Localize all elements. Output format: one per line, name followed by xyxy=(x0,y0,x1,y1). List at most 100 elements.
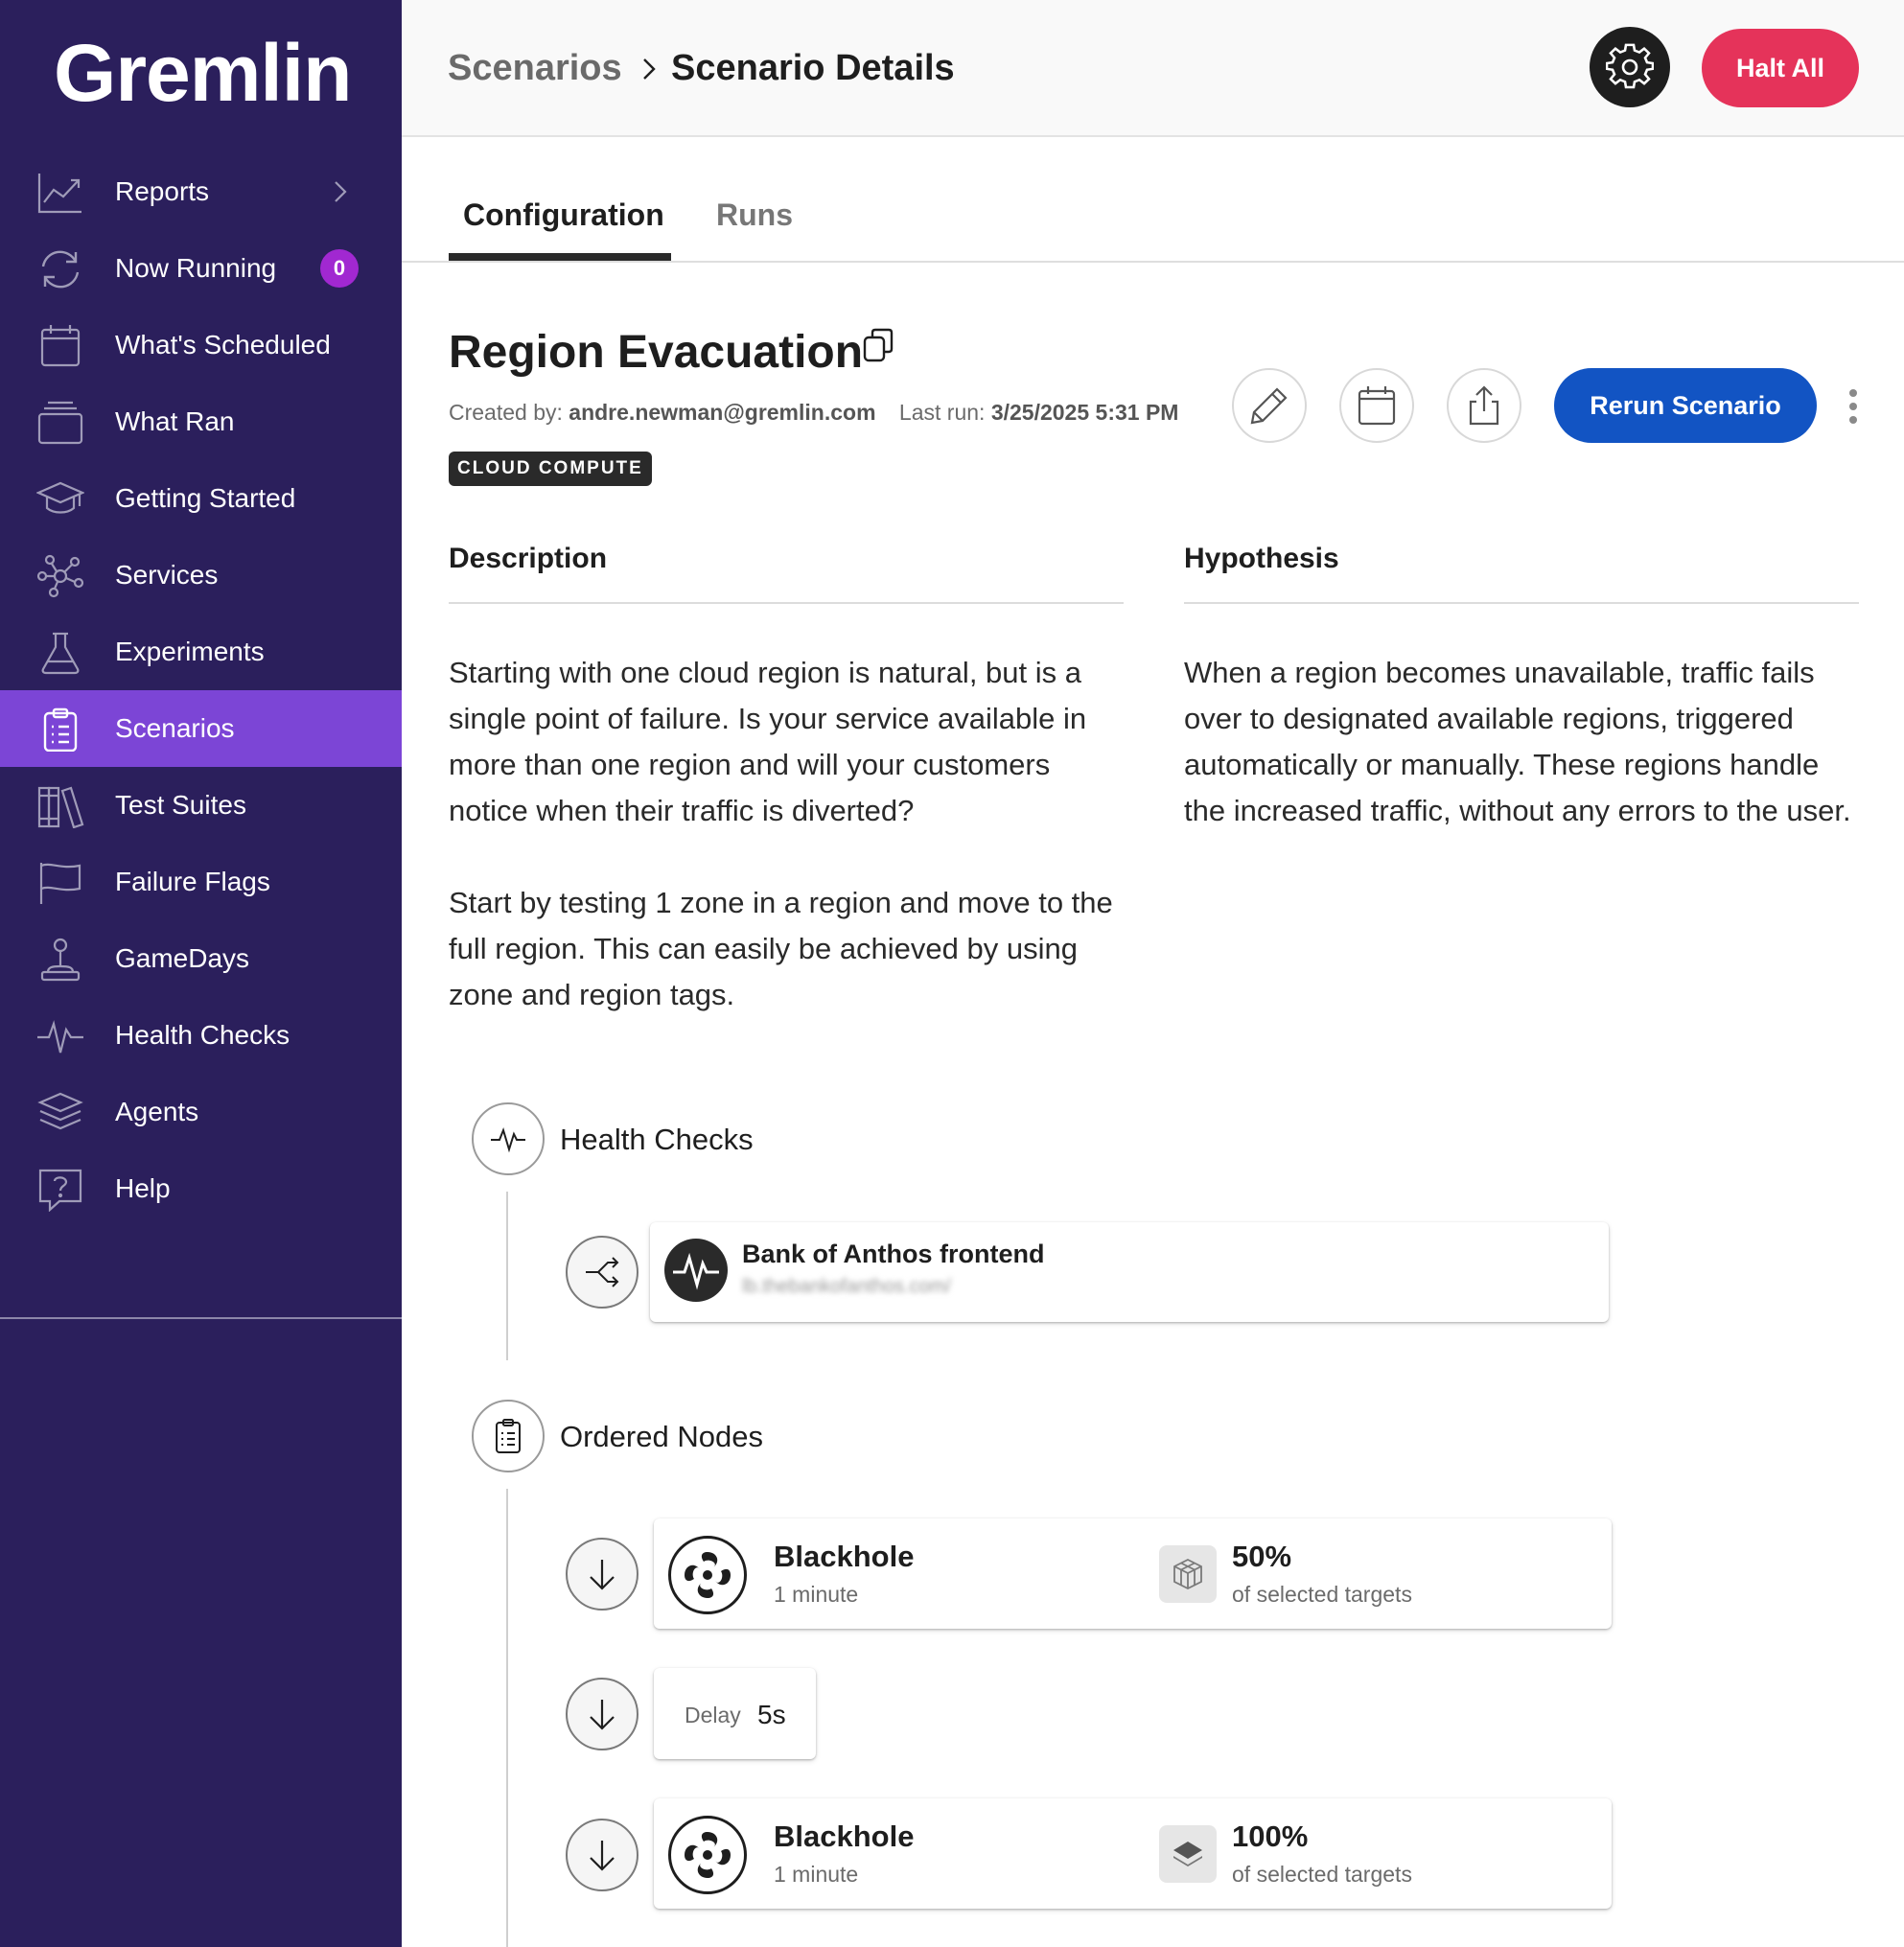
joystick-icon xyxy=(36,938,84,982)
rerun-scenario-button[interactable]: Rerun Scenario xyxy=(1554,368,1817,443)
cube-icon xyxy=(1173,1558,1202,1590)
step-arrow xyxy=(566,1819,639,1891)
hypothesis-heading: Hypothesis xyxy=(1184,543,1339,574)
settings-button[interactable] xyxy=(1590,27,1670,107)
category-tag: CLOUD COMPUTE xyxy=(449,452,652,486)
chevron-right-icon xyxy=(638,50,661,88)
description-divider xyxy=(449,602,1124,604)
flow-connector xyxy=(506,1192,508,1360)
sidebar-item-failure-flags[interactable]: Failure Flags xyxy=(0,844,402,920)
sidebar-item-agents[interactable]: Agents xyxy=(0,1074,402,1150)
sidebar-item-getting-started[interactable]: Getting Started xyxy=(0,460,402,537)
sidebar-item-label: What's Scheduled xyxy=(115,330,331,359)
pulse-icon xyxy=(491,1126,525,1153)
clipboard-list-icon xyxy=(496,1419,521,1453)
node-duration: 1 minute xyxy=(774,1862,859,1887)
graduation-cap-icon xyxy=(35,477,85,522)
more-options-icon[interactable] xyxy=(1841,387,1866,426)
sidebar-item-label: Help xyxy=(115,1173,171,1203)
tab-runs[interactable]: Runs xyxy=(716,197,793,233)
delay-label: Delay xyxy=(685,1703,741,1727)
health-check-name: Bank of Anthos frontend xyxy=(742,1240,1045,1268)
sidebar-item-scenarios[interactable]: Scenarios xyxy=(0,690,402,767)
gremlin-logo[interactable]: Gremlin xyxy=(54,27,352,120)
node-name: Blackhole xyxy=(774,1540,915,1573)
sidebar-item-label: Getting Started xyxy=(115,483,296,513)
description-paragraph: Starting with one cloud region is natura… xyxy=(449,656,1087,827)
branch-icon xyxy=(586,1257,619,1287)
chevron-right-icon xyxy=(326,174,355,209)
sidebar-item-reports[interactable]: Reports xyxy=(0,153,402,230)
active-tab-indicator xyxy=(449,253,671,261)
tab-configuration[interactable]: Configuration xyxy=(463,197,664,233)
sidebar-item-help[interactable]: Help xyxy=(0,1150,402,1227)
hypothesis-divider xyxy=(1184,602,1859,604)
target-subtext: of selected targets xyxy=(1232,1862,1412,1887)
target-layers-icon xyxy=(1159,1825,1217,1883)
breadcrumb-scenarios[interactable]: Scenarios xyxy=(448,48,622,89)
target-percent: 100% xyxy=(1232,1820,1309,1853)
sidebar-item-label: Services xyxy=(115,560,219,590)
node-name: Blackhole xyxy=(774,1820,915,1853)
sidebar-item-now-running[interactable]: Now Running 0 xyxy=(0,230,402,307)
edit-button[interactable] xyxy=(1232,368,1307,443)
sidebar-item-health-checks[interactable]: Health Checks xyxy=(0,997,402,1074)
sidebar-item-label: Reports xyxy=(115,176,210,206)
arrow-down-icon xyxy=(590,1560,615,1590)
sidebar-item-label: What Ran xyxy=(115,406,235,436)
health-check-step-icon xyxy=(566,1236,639,1309)
sidebar-item-experiments[interactable]: Experiments xyxy=(0,614,402,690)
gear-icon xyxy=(1606,43,1654,89)
running-count-badge: 0 xyxy=(320,249,359,288)
attack-node-card[interactable]: Blackhole 1 minute 50% of selected targe… xyxy=(654,1518,1612,1629)
ordered-nodes-label: Ordered Nodes xyxy=(560,1420,763,1453)
sidebar-nav: Reports Now Running 0 What's Scheduled W… xyxy=(0,153,402,1227)
last-run-label: Last run: xyxy=(898,400,986,425)
sidebar-item-services[interactable]: Services xyxy=(0,537,402,614)
last-run-value: 3/25/2025 5:31 PM xyxy=(990,400,1179,425)
copy-icon[interactable] xyxy=(860,326,900,366)
sidebar-item-whats-scheduled[interactable]: What's Scheduled xyxy=(0,307,402,383)
description-heading: Description xyxy=(449,543,608,574)
schedule-button[interactable] xyxy=(1339,368,1414,443)
share-button[interactable] xyxy=(1447,368,1521,443)
tab-bar: Configuration Runs xyxy=(402,137,1904,263)
health-check-card[interactable]: Bank of Anthos frontend lb.thebankofanth… xyxy=(650,1222,1609,1322)
chart-line-icon xyxy=(36,171,84,215)
flask-icon xyxy=(36,631,84,675)
flow-connector xyxy=(506,1489,508,1947)
calendar-icon xyxy=(1358,386,1396,426)
description-paragraph: Start by testing 1 zone in a region and … xyxy=(449,886,1113,1011)
health-check-url: lb.thebankofanthos.com/ xyxy=(742,1276,951,1297)
sidebar-item-label: GameDays xyxy=(115,943,250,973)
delay-node-card[interactable]: Delay 5s xyxy=(654,1668,816,1759)
sidebar-item-label: Failure Flags xyxy=(115,867,270,896)
blackhole-avatar xyxy=(668,1536,747,1614)
sidebar-item-what-ran[interactable]: What Ran xyxy=(0,383,402,460)
sidebar-divider xyxy=(0,1317,402,1319)
sidebar-item-gamedays[interactable]: GameDays xyxy=(0,920,402,997)
clipboard-list-icon xyxy=(36,707,84,753)
step-arrow xyxy=(566,1538,639,1611)
pulse-icon xyxy=(673,1252,719,1290)
created-by-label: Created by: xyxy=(449,400,563,425)
pencil-icon xyxy=(1250,387,1288,425)
sidebar-item-test-suites[interactable]: Test Suites xyxy=(0,767,402,844)
node-duration: 1 minute xyxy=(774,1582,859,1607)
books-icon xyxy=(36,784,84,829)
scenario-title: Region Evacuation xyxy=(449,327,864,378)
blackhole-icon xyxy=(685,1832,731,1878)
attack-node-card[interactable]: Blackhole 1 minute 100% of selected targ… xyxy=(654,1798,1612,1909)
share-icon xyxy=(1469,385,1499,426)
halt-all-button[interactable]: Halt All xyxy=(1702,29,1859,107)
scenario-meta: Created by: andre.newman@gremlin.com Las… xyxy=(449,400,1178,426)
delay-value: 5s xyxy=(757,1700,786,1729)
health-checks-section-icon xyxy=(472,1102,545,1175)
refresh-icon xyxy=(36,247,84,291)
layers-icon xyxy=(36,1091,84,1135)
sidebar-item-label: Experiments xyxy=(115,637,265,666)
health-checks-label: Health Checks xyxy=(560,1123,754,1156)
calendar-icon xyxy=(36,324,84,368)
health-check-avatar xyxy=(664,1239,728,1302)
blackhole-icon xyxy=(685,1552,731,1598)
